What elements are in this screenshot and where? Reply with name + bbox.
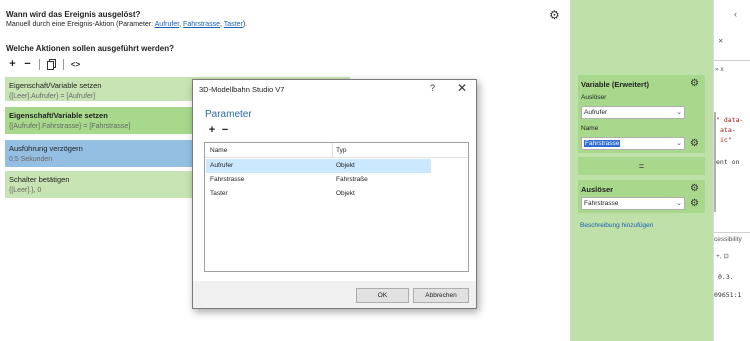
table-row[interactable]: Fahrstrasse Fahrstraße	[206, 173, 431, 187]
help-button[interactable]: ?	[430, 83, 435, 93]
gear-icon[interactable]: ⚙	[690, 78, 699, 89]
code-line: ent on	[716, 158, 740, 166]
trigger-card: Auslöser ⚙ Fahrstrasse ⌄ ⚙	[578, 180, 705, 213]
dialog-title: 3D-Modellbahn Studio V7	[199, 85, 285, 94]
properties-panel: Variable (Erweitert) ⚙ Auslöser Aufrufer…	[570, 0, 713, 341]
devtools-toolbar[interactable]: » x	[715, 66, 724, 73]
ok-button[interactable]: OK	[356, 288, 409, 303]
divider	[714, 60, 750, 61]
param-type: Objekt	[336, 190, 355, 197]
gear-icon[interactable]: ⚙	[690, 138, 699, 149]
name-label: Name	[581, 125, 599, 132]
code-line: " data-	[716, 116, 744, 124]
code-line: 09651:1	[714, 291, 742, 299]
chevron-down-icon: ⌄	[676, 140, 682, 147]
code-line: 0.3.	[718, 273, 734, 281]
gear-icon[interactable]: ⚙	[690, 183, 699, 194]
actions-toolbar: + − <>	[6, 57, 82, 71]
param-type: Objekt	[336, 162, 355, 169]
dialog-content: Parameter + − Name Typ Aufrufer Objekt F…	[193, 98, 476, 281]
column-header-name[interactable]: Name	[210, 147, 227, 154]
close-icon[interactable]: ✕	[718, 37, 723, 45]
param-name: Taster	[210, 190, 228, 197]
parameter-dialog: 3D-Modellbahn Studio V7 ? ✕ Parameter + …	[192, 79, 477, 309]
trigger-card-title: Auslöser	[581, 185, 614, 194]
add-description-link[interactable]: Beschreibung hinzufügen	[580, 222, 653, 229]
table-row[interactable]: Taster Objekt	[206, 187, 431, 201]
ausloeser-value: Aufrufer	[584, 109, 608, 116]
chevron-down-icon: ⌄	[676, 200, 682, 207]
param-link-fahrstrasse[interactable]: Fahrstrasse	[183, 21, 220, 28]
parameter-table: Name Typ Aufrufer Objekt Fahrstrasse Fah…	[204, 142, 469, 272]
name-value: Fahrstrasse	[584, 140, 621, 147]
column-header-type[interactable]: Typ	[332, 143, 346, 157]
ausloeser-label: Auslöser	[581, 94, 607, 101]
trigger-suffix: ).	[242, 21, 248, 28]
trigger-question: Wann wird das Ereignis ausgelöst?	[6, 10, 141, 19]
param-link-taster[interactable]: Taster	[224, 21, 243, 28]
parameter-toolbar: + −	[207, 124, 230, 136]
param-name: Aufrufer	[210, 162, 234, 169]
devtools-controls[interactable]: +, ⊡	[716, 252, 729, 260]
toolbar-divider	[63, 58, 64, 70]
code-line: ic"	[720, 136, 732, 144]
table-row[interactable]: Aufrufer Objekt	[206, 159, 431, 173]
variable-card-title: Variable (Erweitert)	[581, 80, 649, 89]
trigger-value: Fahrstrasse	[584, 200, 619, 207]
ausloeser-select[interactable]: Aufrufer ⌄	[581, 106, 685, 119]
copy-icon[interactable]	[45, 58, 58, 71]
gear-icon[interactable]: ⚙	[690, 198, 699, 209]
remove-action-button[interactable]: −	[21, 58, 34, 71]
scrollbar[interactable]	[714, 112, 716, 212]
dialog-titlebar: 3D-Modellbahn Studio V7 ? ✕	[193, 80, 476, 98]
accessibility-tab[interactable]: cessibility	[714, 236, 742, 243]
toolbar-divider	[39, 58, 40, 70]
trigger-prefix: Manuell durch eine Ereignis-Aktion (Para…	[6, 21, 155, 28]
trigger-select[interactable]: Fahrstrasse ⌄	[581, 197, 685, 210]
code-line: ata-	[720, 126, 736, 134]
chevron-left-icon[interactable]: ‹	[734, 9, 737, 19]
param-name: Fahrstrasse	[210, 176, 245, 183]
trigger-description: Manuell durch eine Ereignis-Aktion (Para…	[6, 21, 247, 28]
close-button[interactable]: ✕	[457, 81, 467, 95]
param-link-aufrufer[interactable]: Aufrufer	[155, 21, 180, 28]
devtools-strip: ‹ ✕ » x " data- ata- ic" ent on cessibil…	[713, 0, 750, 341]
variable-card: Variable (Erweitert) ⚙ Auslöser Aufrufer…	[578, 75, 705, 153]
equals-operator[interactable]: =	[578, 157, 705, 175]
table-header: Name Typ	[205, 143, 468, 158]
name-select[interactable]: Fahrstrasse ⌄	[581, 137, 685, 150]
remove-parameter-button[interactable]: −	[220, 124, 230, 136]
actions-question: Welche Aktionen sollen ausgeführt werden…	[6, 44, 175, 53]
add-action-button[interactable]: +	[6, 58, 19, 71]
divider	[714, 232, 750, 233]
add-parameter-button[interactable]: +	[207, 124, 217, 136]
gear-icon[interactable]: ⚙	[549, 9, 561, 21]
code-view-button[interactable]: <>	[69, 58, 82, 71]
cancel-button[interactable]: Abbrechen	[413, 288, 469, 303]
param-type: Fahrstraße	[336, 176, 368, 183]
chevron-down-icon: ⌄	[676, 109, 682, 116]
dialog-heading: Parameter	[205, 109, 252, 120]
